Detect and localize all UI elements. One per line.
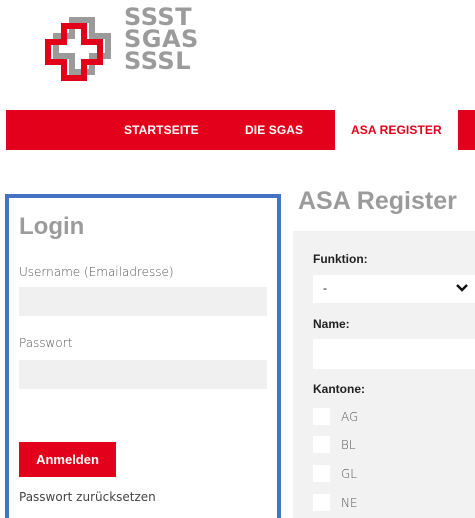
asa-register-title: ASA Register (298, 187, 457, 215)
funktion-selected-value: - (323, 281, 327, 295)
site-logo[interactable]: SSST SGAS SSSL (38, 5, 208, 86)
logo-text: SSST SGAS SSSL (124, 5, 199, 75)
login-title: Login (19, 213, 85, 240)
name-label: Name: (313, 317, 350, 331)
nav-item-startseite[interactable]: STARTSEITE (124, 110, 199, 150)
password-label: Passwort (19, 336, 73, 350)
chevron-down-icon (456, 284, 468, 292)
kantone-label: Kantone: (313, 382, 365, 396)
asa-filter-panel: Funktion: - Name: Kantone: AG BL GL NE (293, 231, 475, 518)
password-input[interactable] (19, 360, 267, 389)
reset-password-link[interactable]: Passwort zurücksetzen (19, 490, 156, 504)
kanton-label: GL (341, 467, 357, 481)
checkbox[interactable] (313, 465, 330, 482)
kanton-label: BL (341, 438, 356, 452)
funktion-select[interactable]: - (313, 275, 475, 303)
checkbox[interactable] (313, 408, 330, 425)
swiss-cross-logo-icon (45, 17, 111, 81)
funktion-label: Funktion: (313, 252, 368, 266)
kanton-label: NE (341, 496, 358, 510)
checkbox[interactable] (313, 436, 330, 453)
username-input[interactable] (19, 287, 267, 316)
login-button[interactable]: Anmelden (19, 442, 116, 477)
nav-item-asa-register[interactable]: ASA REGISTER (335, 110, 458, 150)
username-label: Username (Emailadresse) (19, 265, 174, 279)
main-navigation: STARTSEITE DIE SGAS ASA REGISTER (6, 110, 475, 150)
nav-item-die-sgas[interactable]: DIE SGAS (245, 110, 303, 150)
kanton-label: AG (341, 410, 359, 424)
logo-line-sssl: SSSL (124, 47, 191, 75)
checkbox[interactable] (313, 494, 330, 511)
login-panel: Login Username (Emailadresse) Passwort A… (5, 194, 281, 518)
name-input[interactable] (313, 339, 475, 369)
